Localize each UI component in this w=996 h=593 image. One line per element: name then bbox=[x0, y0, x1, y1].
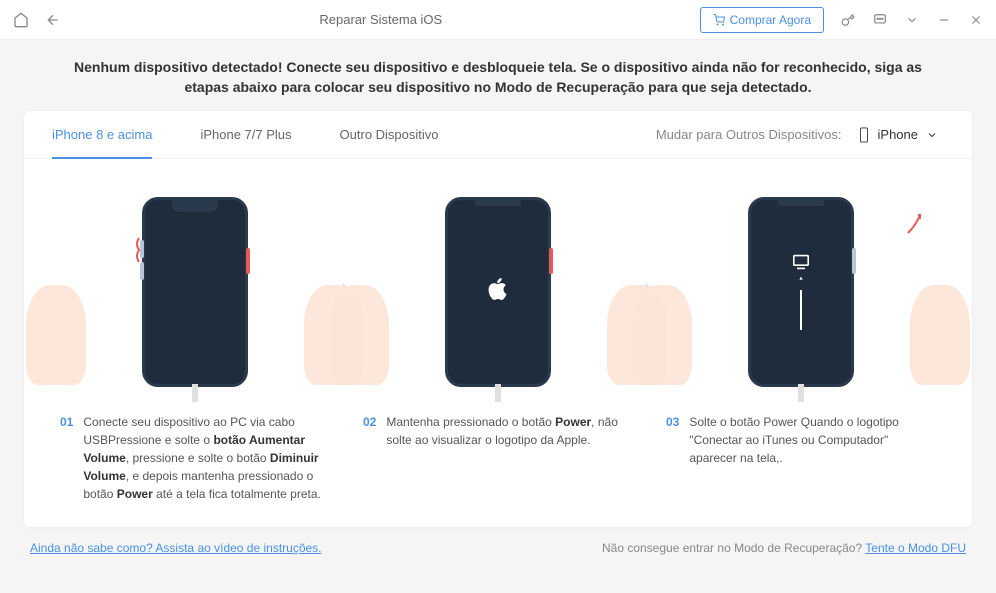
buy-now-button[interactable]: Comprar Agora bbox=[700, 7, 824, 33]
step-1: 01 Conecte seu dispositivo ao PC via cab… bbox=[60, 189, 330, 503]
watch-video-link[interactable]: Ainda não sabe como? Assista ao vídeo de… bbox=[30, 541, 322, 555]
key-icon[interactable] bbox=[840, 12, 856, 28]
device-select[interactable]: iPhone bbox=[852, 123, 944, 147]
step-2-number: 02 bbox=[363, 413, 376, 449]
step-1-description: Conecte seu dispositivo ao PC via cabo U… bbox=[83, 413, 330, 503]
step-1-illustration bbox=[60, 189, 330, 395]
step-2: 02 Mantenha pressionado o botão Power, n… bbox=[363, 189, 633, 449]
tabs-row: iPhone 8 e acima iPhone 7/7 Plus Outro D… bbox=[24, 111, 972, 159]
notice-banner: Nenhum dispositivo detectado! Conecte se… bbox=[0, 40, 996, 111]
apple-logo-icon bbox=[488, 277, 508, 307]
close-icon[interactable] bbox=[968, 12, 984, 28]
device-switch: Mudar para Outros Dispositivos: iPhone bbox=[656, 123, 944, 147]
step-3-description: Solte o botão Power Quando o logotipo "C… bbox=[689, 413, 936, 467]
back-icon[interactable] bbox=[44, 11, 62, 29]
home-icon[interactable] bbox=[12, 11, 30, 29]
tab-iphone-8-plus[interactable]: iPhone 8 e acima bbox=[52, 111, 152, 158]
window-title: Reparar Sistema iOS bbox=[62, 12, 700, 27]
chevron-down-icon bbox=[926, 129, 938, 141]
step-2-illustration bbox=[363, 189, 633, 395]
step-2-description: Mantenha pressionado o botão Power, não … bbox=[386, 413, 633, 449]
step-3-number: 03 bbox=[666, 413, 679, 467]
minimize-icon[interactable] bbox=[936, 12, 952, 28]
device-switch-label: Mudar para Outros Dispositivos: bbox=[656, 127, 842, 142]
tab-other-device[interactable]: Outro Dispositivo bbox=[340, 111, 439, 158]
menu-chevron-icon[interactable] bbox=[904, 12, 920, 28]
feedback-icon[interactable] bbox=[872, 12, 888, 28]
main-card: iPhone 8 e acima iPhone 7/7 Plus Outro D… bbox=[24, 111, 972, 527]
step-1-number: 01 bbox=[60, 413, 73, 503]
steps-container: 01 Conecte seu dispositivo ao PC via cab… bbox=[24, 159, 972, 527]
connect-computer-icon bbox=[791, 254, 811, 330]
footer: Ainda não sabe como? Assista ao vídeo de… bbox=[0, 527, 996, 565]
tab-iphone-7[interactable]: iPhone 7/7 Plus bbox=[200, 111, 291, 158]
step-3: 03 Solte o botão Power Quando o logotipo… bbox=[666, 189, 936, 467]
step-3-illustration bbox=[666, 189, 936, 395]
cart-icon bbox=[713, 14, 725, 26]
titlebar: Reparar Sistema iOS Comprar Agora bbox=[0, 0, 996, 40]
phone-icon bbox=[858, 127, 870, 143]
dfu-mode-link[interactable]: Tente o Modo DFU bbox=[865, 541, 966, 555]
footer-right: Não consegue entrar no Modo de Recuperaç… bbox=[602, 541, 966, 555]
